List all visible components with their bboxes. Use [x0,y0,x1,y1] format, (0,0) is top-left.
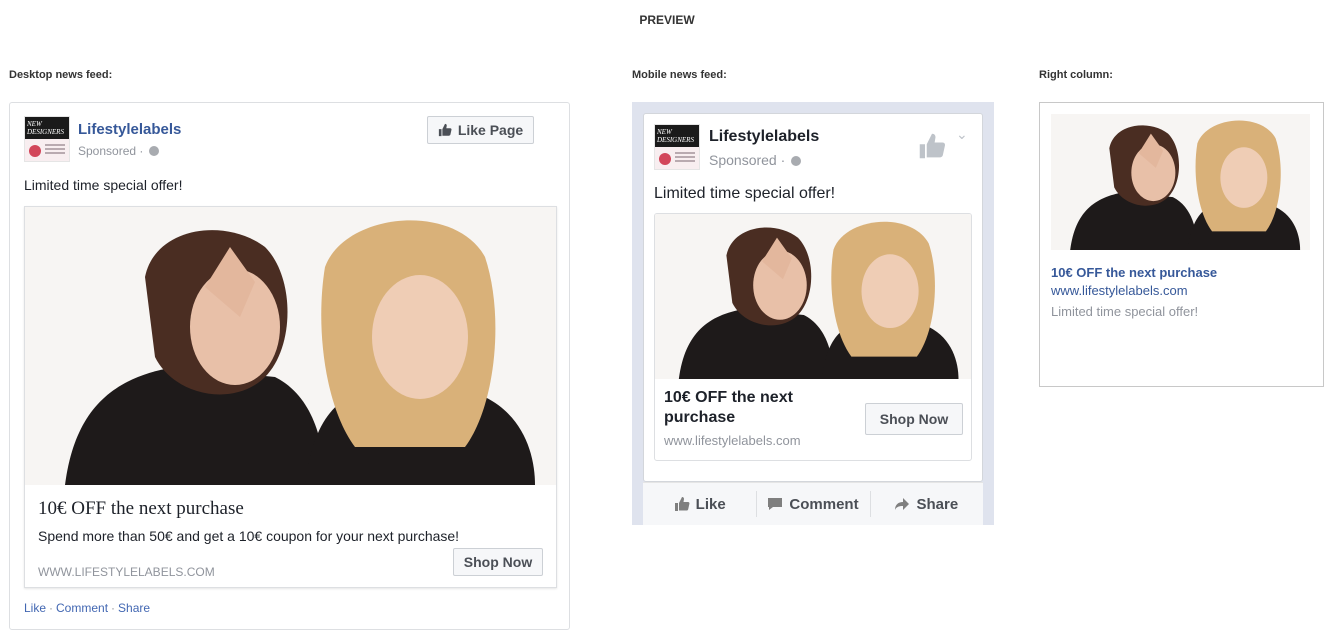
sponsored-label: Sponsored · [709,152,802,168]
sponsored-text: Sponsored [78,144,137,158]
page-avatar[interactable]: NEW DESIGNERS [654,124,700,170]
globe-icon [791,156,802,166]
like-action-label: Like [695,495,726,513]
ad-headline[interactable]: 10€ OFF the next purchase [664,388,844,428]
logo-image [655,147,699,169]
like-page-button[interactable]: Like Page [427,116,534,144]
thumbs-up-icon[interactable] [918,132,946,160]
logo-text: NEW DESIGNERS [25,117,69,139]
separator-dot: · [111,601,116,615]
ad-image[interactable] [655,214,971,379]
thumbs-up-icon [674,497,690,511]
share-link[interactable]: Share [118,601,150,615]
mobile-action-bar: Like Comment Share [643,482,983,525]
chevron-down-icon[interactable]: ⌄ [956,126,968,143]
comment-link[interactable]: Comment [56,601,108,615]
shop-now-button[interactable]: Shop Now [865,403,963,435]
ad-display-url[interactable]: www.lifestylelabels.com [664,433,801,448]
preview-title: PREVIEW [639,13,695,27]
like-action[interactable]: Like [643,483,756,525]
post-actions: Like · Comment · Share [24,601,150,615]
ad-message: Limited time special offer! [24,177,183,193]
logo-text: NEW DESIGNERS [655,125,699,147]
right-column-label: Right column: [1039,69,1113,81]
thumbs-up-icon [438,123,452,137]
share-action-label: Share [916,495,959,513]
comment-action-label: Comment [789,495,859,513]
separator-dot: · [49,601,54,615]
share-action[interactable]: Share [869,483,983,525]
ad-attachment[interactable]: 10€ OFF the next purchase Spend more tha… [24,206,557,588]
ad-message: Limited time special offer! [654,185,836,202]
desktop-ad-preview: NEW DESIGNERS Lifestylelabels Sponsored … [9,102,570,630]
sponsored-text: Sponsored [709,152,777,168]
comment-action[interactable]: Comment [756,483,869,525]
mobile-ad-preview: NEW DESIGNERS Lifestylelabels Sponsored … [632,102,994,525]
like-link[interactable]: Like [24,601,46,615]
right-column-ad-preview: 10€ OFF the next purchase www.lifestylel… [1039,102,1324,387]
mobile-post-card: NEW DESIGNERS Lifestylelabels Sponsored … [643,113,983,482]
page-avatar[interactable]: NEW DESIGNERS [24,116,70,162]
shop-now-button[interactable]: Shop Now [453,548,543,576]
share-icon [895,498,910,510]
ad-image[interactable] [25,207,556,485]
logo-image [25,139,69,161]
page-name-link[interactable]: Lifestylelabels [78,121,181,138]
ad-display-url[interactable]: WWW.LIFESTYLELABELS.COM [38,565,215,579]
sponsored-label: Sponsored · [78,144,159,158]
page-name-link[interactable]: Lifestylelabels [709,128,819,146]
ad-headline[interactable]: 10€ OFF the next purchase [1051,265,1217,280]
desktop-feed-label: Desktop news feed: [9,69,113,81]
like-page-label: Like Page [457,122,524,138]
ad-attachment[interactable]: 10€ OFF the next purchase www.lifestylel… [654,213,972,461]
mobile-feed-label: Mobile news feed: [632,69,727,81]
ad-image[interactable] [1051,114,1310,250]
ad-description: Limited time special offer! [1051,304,1199,319]
ad-display-url[interactable]: www.lifestylelabels.com [1051,283,1188,298]
comment-icon [768,498,783,510]
globe-icon [148,146,159,156]
ad-description: Spend more than 50€ and get a 10€ coupon… [38,528,460,544]
ad-headline[interactable]: 10€ OFF the next purchase [38,498,244,520]
